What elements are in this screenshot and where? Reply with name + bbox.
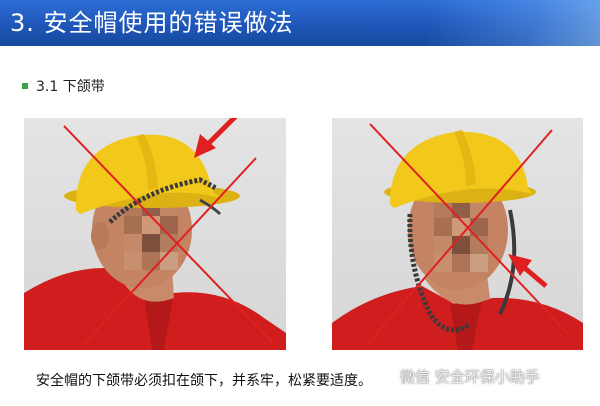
section-heading: 3.1 下颌带 xyxy=(22,76,105,96)
photo-illustration-left xyxy=(24,118,286,350)
bullet-icon xyxy=(22,83,28,89)
slide-title: 3. 安全帽使用的错误做法 xyxy=(10,9,294,37)
section-label: 3.1 下颌带 xyxy=(36,79,105,95)
watermark-text: 微信 安全环保小助手 xyxy=(400,368,540,386)
photo-wrong-strap-above-chin xyxy=(24,118,286,350)
title-bar-decoration xyxy=(430,0,600,46)
photo-illustration-right xyxy=(332,123,583,350)
title-bar: 3. 安全帽使用的错误做法 xyxy=(0,0,600,46)
photo-wrong-strap-loose xyxy=(332,118,583,350)
caption-text: 安全帽的下颌带必须扣在颌下，并系牢，松紧要适度。 xyxy=(36,373,372,389)
